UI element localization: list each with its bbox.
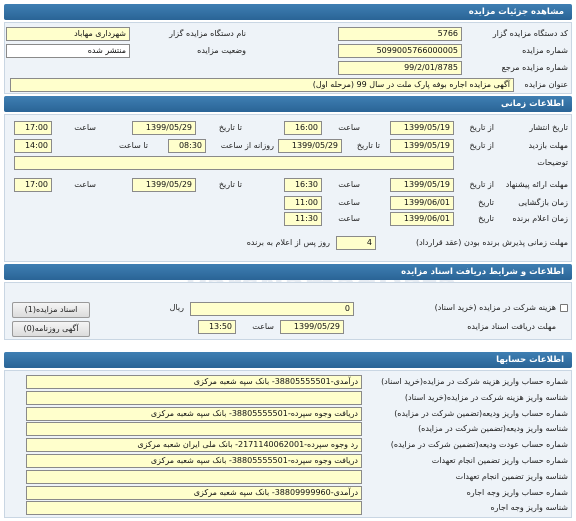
visit-label: مهلت بازدید — [528, 141, 568, 150]
publish-from-date-label: از تاریخ — [469, 123, 494, 132]
status-field: منتشر شده — [6, 44, 130, 58]
account-row-value: درآمدی-38805555501- بانک سپه شعبه مرکزی — [26, 375, 362, 389]
acceptance-suffix: روز پس از اعلام به برنده — [246, 238, 330, 247]
timing-header: اطلاعات زمانی — [4, 96, 572, 112]
opening-time-label: ساعت — [338, 198, 360, 207]
publish-label: تاریخ انتشار — [529, 123, 568, 132]
deadline-date-field: 1399/05/29 — [280, 320, 344, 334]
proposal-from-time-field: 16:30 — [284, 178, 322, 192]
publish-from-time-label: ساعت — [338, 123, 360, 132]
title-field: آگهی مزایده اجاره بوفه پارک ملت در سال 9… — [10, 78, 514, 92]
account-row-value: رد وجوه سپرده-2171140062001- بانک ملی ای… — [26, 438, 362, 452]
visit-daily-to-label: تا ساعت — [119, 141, 148, 150]
winner-time-label: ساعت — [338, 214, 360, 223]
visit-from-date-label: از تاریخ — [469, 141, 494, 150]
publish-from-date-field: 1399/05/19 — [390, 121, 454, 135]
winner-date-field: 1399/06/01 — [390, 212, 454, 226]
publish-from-time-field: 16:00 — [284, 121, 322, 135]
proposal-from-date-label: از تاریخ — [469, 180, 494, 189]
auctioneer-name-label: نام دستگاه مزایده گزار — [169, 29, 246, 38]
auctioneer-name-field: شهرداری مهاباد — [6, 27, 130, 41]
winner-label: زمان اعلام برنده — [512, 214, 568, 223]
proposal-to-date-field: 1399/05/29 — [132, 178, 196, 192]
docs-header: اطلاعات و شرایط دریافت اسناد مزایده — [4, 264, 572, 280]
details-header: مشاهده جزئیات مزایده — [4, 4, 572, 20]
visit-to-date-field: 1399/05/29 — [278, 139, 342, 153]
account-row-label: شماره حساب واریز وجه اجاره — [466, 488, 568, 497]
account-row-value — [26, 470, 362, 484]
visit-to-date-label: تا تاریخ — [356, 141, 380, 150]
account-row-label: شماره حساب واریز تضمین انجام تعهدات — [431, 456, 568, 465]
account-row-value: درآمدی-38809999960- بانک سپه شعبه مرکزی — [26, 486, 362, 500]
visit-daily-from-label: روزانه از ساعت — [220, 141, 274, 150]
account-row-label: شماره حساب عودت ودیعه(تضمین شرکت در مزای… — [390, 440, 568, 449]
proposal-to-date-label: تا تاریخ — [218, 180, 242, 189]
winner-time-field: 11:30 — [284, 212, 322, 226]
proposal-from-date-field: 1399/05/19 — [390, 178, 454, 192]
currency-label: ریال — [169, 303, 184, 312]
publish-to-time-label: ساعت — [74, 123, 96, 132]
account-row-value: دریافت وجوه سپرده-38805555501- بانک سپه … — [26, 454, 362, 468]
auctioneer-code-field: 5766 — [338, 27, 462, 41]
accounts-header: اطلاعات حسابها — [4, 352, 572, 368]
publish-to-time-field: 17:00 — [14, 121, 52, 135]
status-label: وضعیت مزایده — [197, 46, 246, 55]
reference-number-field: 99/2/01/8785 — [338, 61, 462, 75]
title-label: عنوان مزایده — [524, 80, 569, 89]
reference-number-label: شماره مزایده مرجع — [501, 63, 568, 72]
account-row-value: دریافت وجوه سپرده-38805555501- بانک سپه … — [26, 407, 362, 421]
account-row-value — [26, 501, 362, 515]
auction-number-label: شماره مزایده — [522, 46, 568, 55]
opening-time-field: 11:00 — [284, 196, 322, 210]
fee-checkbox — [560, 304, 568, 312]
proposal-from-time-label: ساعت — [338, 180, 360, 189]
acceptance-days-field: 4 — [336, 236, 376, 250]
visit-daily-to-field: 14:00 — [14, 139, 52, 153]
winner-date-label: تاریخ — [478, 214, 494, 223]
account-row-label: شماره حساب واریز هزینه شرکت در مزایده(خر… — [381, 377, 568, 386]
account-row-label: شناسه واریز ودیعه(تضمین شرکت در مزایده) — [418, 424, 568, 433]
fee-field: 0 — [190, 302, 354, 316]
opening-date-field: 1399/06/01 — [390, 196, 454, 210]
visit-from-date-field: 1399/05/19 — [390, 139, 454, 153]
account-row-label: شماره حساب واریز ودیعه(تضمین شرکت در مزا… — [394, 409, 568, 418]
publish-to-date-label: تا تاریخ — [218, 123, 242, 132]
auction-number-field: 5099005766000005 — [338, 44, 462, 58]
publish-to-date-field: 1399/05/29 — [132, 121, 196, 135]
account-row-label: شناسه واریز وجه اجاره — [490, 503, 568, 512]
proposal-label: مهلت ارائه پیشنهاد — [505, 180, 568, 189]
newspaper-button[interactable]: آگهی روزنامه(0) — [12, 321, 90, 337]
opening-date-label: تاریخ — [478, 198, 494, 207]
deadline-label: مهلت دریافت اسناد مزایده — [467, 322, 556, 331]
fee-label: هزینه شرکت در مزایده (خرید اسناد) — [434, 303, 556, 312]
deadline-time-field: 13:50 — [198, 320, 236, 334]
documents-button[interactable]: اسناد مزایده(1) — [12, 302, 90, 318]
proposal-to-time-label: ساعت — [74, 180, 96, 189]
opening-label: زمان بازگشایی — [518, 198, 568, 207]
proposal-to-time-field: 17:00 — [14, 178, 52, 192]
account-row-value — [26, 391, 362, 405]
account-row-value — [26, 422, 362, 436]
notes-field — [14, 156, 454, 170]
account-row-label: شناسه واریز هزینه شرکت در مزایده(خرید اس… — [404, 393, 568, 402]
notes-label: توضیحات — [537, 158, 568, 167]
visit-daily-from-field: 08:30 — [168, 139, 206, 153]
auctioneer-code-label: کد دستگاه مزایده گزار — [492, 29, 568, 38]
deadline-time-label: ساعت — [252, 322, 274, 331]
account-row-label: شناسه واریز تضمین انجام تعهدات — [455, 472, 568, 481]
acceptance-label: مهلت زمانی پذیرش برنده بودن (عقد قرارداد… — [415, 238, 568, 247]
